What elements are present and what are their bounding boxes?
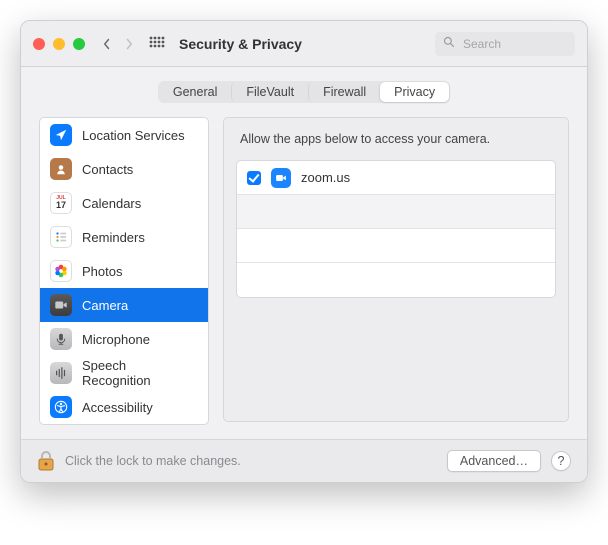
app-row[interactable]: zoom.us bbox=[237, 161, 555, 195]
sidebar-item-label: Calendars bbox=[82, 196, 141, 211]
app-row-empty bbox=[237, 263, 555, 297]
accessibility-icon bbox=[50, 396, 72, 418]
window-title: Security & Privacy bbox=[179, 36, 302, 52]
segmented-control: General FileVault Firewall Privacy bbox=[158, 81, 450, 103]
sidebar-item-label: Speech Recognition bbox=[82, 358, 198, 388]
speech-recognition-icon bbox=[50, 362, 72, 384]
tab-firewall[interactable]: Firewall bbox=[308, 82, 380, 102]
titlebar: Security & Privacy bbox=[21, 21, 587, 67]
sidebar-item-label: Photos bbox=[82, 264, 122, 279]
lock-icon[interactable] bbox=[37, 450, 55, 472]
microphone-icon bbox=[50, 328, 72, 350]
permissions-pane: Allow the apps below to access your came… bbox=[223, 117, 569, 422]
tab-general[interactable]: General bbox=[159, 82, 231, 102]
tab-filevault[interactable]: FileVault bbox=[231, 82, 308, 102]
sidebar-item-photos[interactable]: Photos bbox=[40, 254, 208, 288]
minimize-icon[interactable] bbox=[53, 38, 65, 50]
sidebar-item-speech-recognition[interactable]: Speech Recognition bbox=[40, 356, 208, 390]
contacts-icon bbox=[50, 158, 72, 180]
sidebar-item-camera[interactable]: Camera bbox=[40, 288, 208, 322]
sidebar-item-contacts[interactable]: Contacts bbox=[40, 152, 208, 186]
photos-icon bbox=[50, 260, 72, 282]
sidebar-item-label: Contacts bbox=[82, 162, 133, 177]
forward-button[interactable] bbox=[123, 38, 135, 50]
sidebar-item-label: Camera bbox=[82, 298, 128, 313]
app-row-empty bbox=[237, 229, 555, 263]
sidebar-item-label: Accessibility bbox=[82, 400, 153, 415]
zoom-icon[interactable] bbox=[73, 38, 85, 50]
lock-text: Click the lock to make changes. bbox=[65, 454, 241, 468]
traffic-lights bbox=[33, 38, 85, 50]
sidebar-item-calendars[interactable]: JUL17 Calendars bbox=[40, 186, 208, 220]
zoom-app-icon bbox=[271, 168, 291, 188]
checkbox-icon[interactable] bbox=[247, 171, 261, 185]
tab-strip: General FileVault Firewall Privacy bbox=[21, 67, 587, 111]
location-icon bbox=[50, 124, 72, 146]
app-row-empty bbox=[237, 195, 555, 229]
pane-description: Allow the apps below to access your came… bbox=[240, 132, 552, 146]
footer: Click the lock to make changes. Advanced… bbox=[21, 439, 587, 482]
sidebar-item-reminders[interactable]: Reminders bbox=[40, 220, 208, 254]
content-area: Location Services Contacts JUL17 Calenda… bbox=[21, 111, 587, 439]
close-icon[interactable] bbox=[33, 38, 45, 50]
sidebar-item-location-services[interactable]: Location Services bbox=[40, 118, 208, 152]
privacy-sidebar[interactable]: Location Services Contacts JUL17 Calenda… bbox=[39, 117, 209, 425]
show-all-icon[interactable] bbox=[149, 36, 165, 52]
calendar-icon: JUL17 bbox=[50, 192, 72, 214]
back-button[interactable] bbox=[101, 38, 113, 50]
preferences-window: Security & Privacy General FileVault Fir… bbox=[20, 20, 588, 483]
search-icon bbox=[443, 36, 455, 51]
nav-arrows bbox=[101, 38, 135, 50]
search-input[interactable] bbox=[461, 36, 567, 52]
tab-privacy[interactable]: Privacy bbox=[380, 82, 449, 102]
sidebar-item-accessibility[interactable]: Accessibility bbox=[40, 390, 208, 424]
reminders-icon bbox=[50, 226, 72, 248]
apps-list[interactable]: zoom.us bbox=[236, 160, 556, 298]
help-button[interactable]: ? bbox=[551, 451, 571, 471]
app-name: zoom.us bbox=[301, 170, 350, 185]
sidebar-item-label: Location Services bbox=[82, 128, 185, 143]
advanced-button[interactable]: Advanced… bbox=[447, 450, 541, 472]
sidebar-item-label: Reminders bbox=[82, 230, 145, 245]
search-field[interactable] bbox=[435, 32, 575, 56]
sidebar-item-label: Microphone bbox=[82, 332, 150, 347]
sidebar-item-microphone[interactable]: Microphone bbox=[40, 322, 208, 356]
camera-icon bbox=[50, 294, 72, 316]
